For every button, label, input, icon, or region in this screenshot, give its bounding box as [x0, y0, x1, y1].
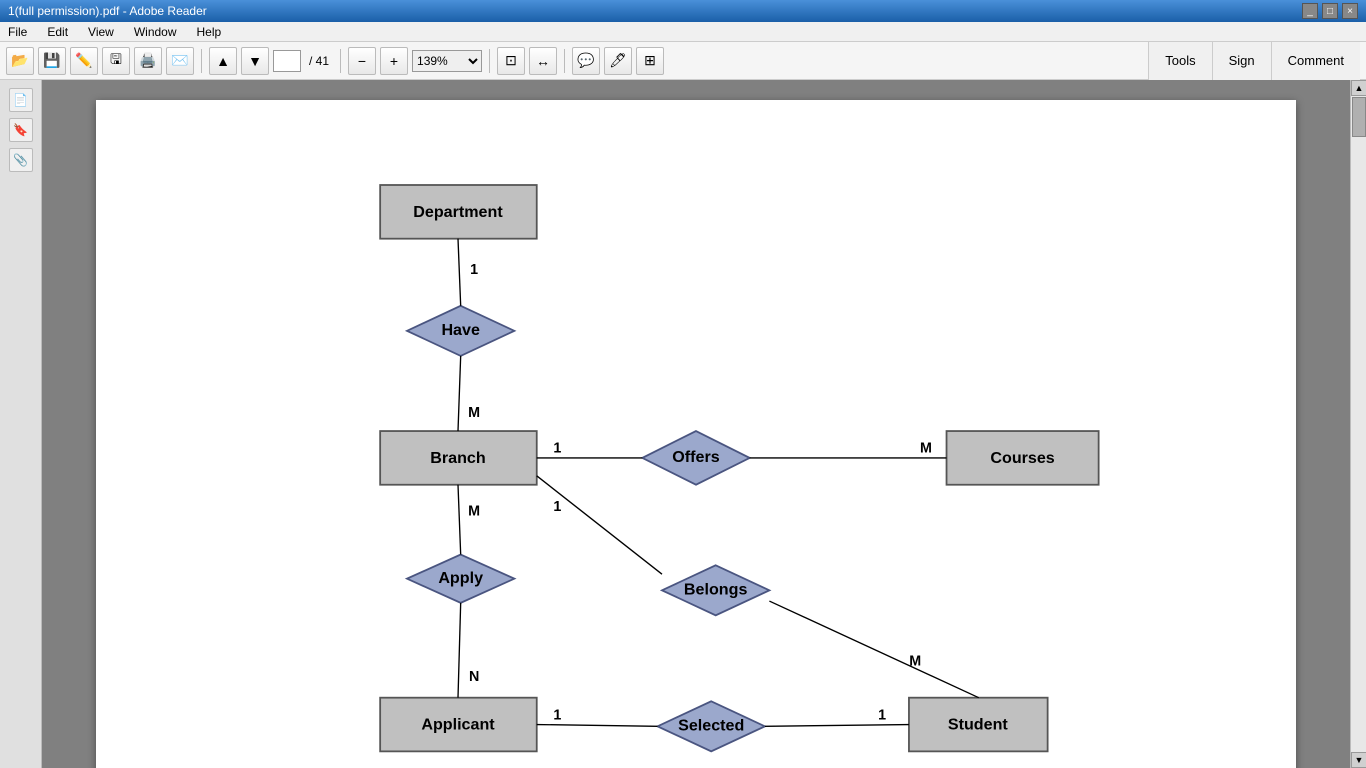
tools-button[interactable]: Tools — [1148, 42, 1211, 80]
left-panel: 📄 🔖 📎 — [0, 80, 42, 768]
courses-label: Courses — [990, 449, 1054, 467]
prev-page-button[interactable]: ▲ — [209, 47, 237, 75]
page-total: / 41 — [309, 54, 329, 68]
separator-1 — [201, 49, 202, 73]
er-diagram: Department Have Branch Offers Courses Ap… — [96, 100, 1296, 768]
scrollbar[interactable]: ▲ ▼ — [1350, 80, 1366, 768]
titlebar-title: 1(full permission).pdf - Adobe Reader — [8, 4, 207, 18]
email-button[interactable]: ✉️ — [166, 47, 194, 75]
open-button[interactable]: 📂 — [6, 47, 34, 75]
pdf-page: Department Have Branch Offers Courses Ap… — [96, 100, 1296, 768]
close-btn[interactable]: × — [1342, 3, 1358, 19]
card-have-branch: M — [468, 405, 480, 421]
card-dept-have: 1 — [470, 262, 478, 278]
card-selected-student: 1 — [878, 707, 886, 723]
print-button[interactable]: 🖨️ — [134, 47, 162, 75]
branch-apply-line — [458, 485, 461, 555]
menubar: File Edit View Window Help — [0, 22, 1366, 42]
comment-panel-button[interactable]: Comment — [1271, 42, 1360, 80]
card-branch-apply: M — [468, 503, 480, 519]
zoom-in-button[interactable]: + — [380, 47, 408, 75]
belongs-student-line — [769, 601, 978, 698]
zoom-select[interactable]: 50% 75% 100% 125% 139% 150% 200% — [412, 50, 482, 72]
save-button[interactable]: 🖫 — [102, 47, 130, 75]
fit-width-button[interactable]: ↔ — [529, 47, 557, 75]
card-belongs-student: M — [909, 654, 921, 670]
card-applicant-selected: 1 — [553, 707, 561, 723]
offers-label: Offers — [672, 448, 719, 466]
card-branch-offers: 1 — [553, 441, 561, 457]
menu-view[interactable]: View — [84, 25, 118, 39]
scroll-down-button[interactable]: ▼ — [1351, 752, 1366, 768]
pdf-area[interactable]: Department Have Branch Offers Courses Ap… — [42, 80, 1350, 768]
pages-panel-button[interactable]: 📄 — [9, 88, 33, 112]
have-label: Have — [441, 321, 480, 339]
attachments-panel-button[interactable]: 📎 — [9, 148, 33, 172]
student-label: Student — [948, 716, 1009, 734]
applicant-selected-line — [537, 725, 658, 727]
dept-have-line — [458, 239, 461, 306]
save-copy-button[interactable]: 💾 — [38, 47, 66, 75]
sign-button[interactable]: Sign — [1212, 42, 1271, 80]
have-branch-line — [458, 356, 461, 431]
zoom-out-button[interactable]: − — [348, 47, 376, 75]
department-label: Department — [413, 203, 503, 221]
main-area: 📄 🔖 📎 Department Have Branch Offers — [0, 80, 1366, 768]
selected-student-line — [765, 725, 909, 727]
snapshot-button[interactable]: ⊞ — [636, 47, 664, 75]
branch-label: Branch — [430, 449, 485, 467]
belongs-label: Belongs — [684, 581, 748, 599]
scroll-thumb[interactable] — [1352, 97, 1366, 137]
separator-2 — [340, 49, 341, 73]
card-branch-belongs: 1 — [553, 499, 561, 515]
page-number-input[interactable]: 6 — [273, 50, 301, 72]
maximize-btn[interactable]: □ — [1322, 3, 1338, 19]
menu-file[interactable]: File — [4, 25, 31, 39]
menu-help[interactable]: Help — [193, 25, 226, 39]
scroll-up-button[interactable]: ▲ — [1351, 80, 1366, 96]
apply-applicant-line — [458, 603, 461, 698]
highlight-button[interactable]: 🖊 — [604, 47, 632, 75]
applicant-label: Applicant — [421, 716, 495, 734]
apply-label: Apply — [438, 569, 483, 587]
toolbar: 📂 💾 ✏️ 🖫 🖨️ ✉️ ▲ ▼ 6 / 41 − + 50% 75% 10… — [0, 42, 1366, 80]
separator-3 — [489, 49, 490, 73]
typewriter-button[interactable]: ✏️ — [70, 47, 98, 75]
fit-page-button[interactable]: ⊡ — [497, 47, 525, 75]
card-apply-applicant: N — [469, 669, 479, 685]
menu-window[interactable]: Window — [130, 25, 181, 39]
minimize-btn[interactable]: _ — [1302, 3, 1318, 19]
right-tools: Tools Sign Comment — [1148, 42, 1360, 80]
titlebar-controls[interactable]: _ □ × — [1302, 3, 1358, 19]
next-page-button[interactable]: ▼ — [241, 47, 269, 75]
selected-label: Selected — [678, 717, 744, 735]
scroll-track[interactable] — [1351, 96, 1366, 752]
titlebar: 1(full permission).pdf - Adobe Reader _ … — [0, 0, 1366, 22]
bookmarks-panel-button[interactable]: 🔖 — [9, 118, 33, 142]
menu-edit[interactable]: Edit — [43, 25, 72, 39]
branch-belongs-line — [537, 476, 662, 574]
comment-button[interactable]: 💬 — [572, 47, 600, 75]
card-offers-courses: M — [920, 441, 932, 457]
separator-4 — [564, 49, 565, 73]
